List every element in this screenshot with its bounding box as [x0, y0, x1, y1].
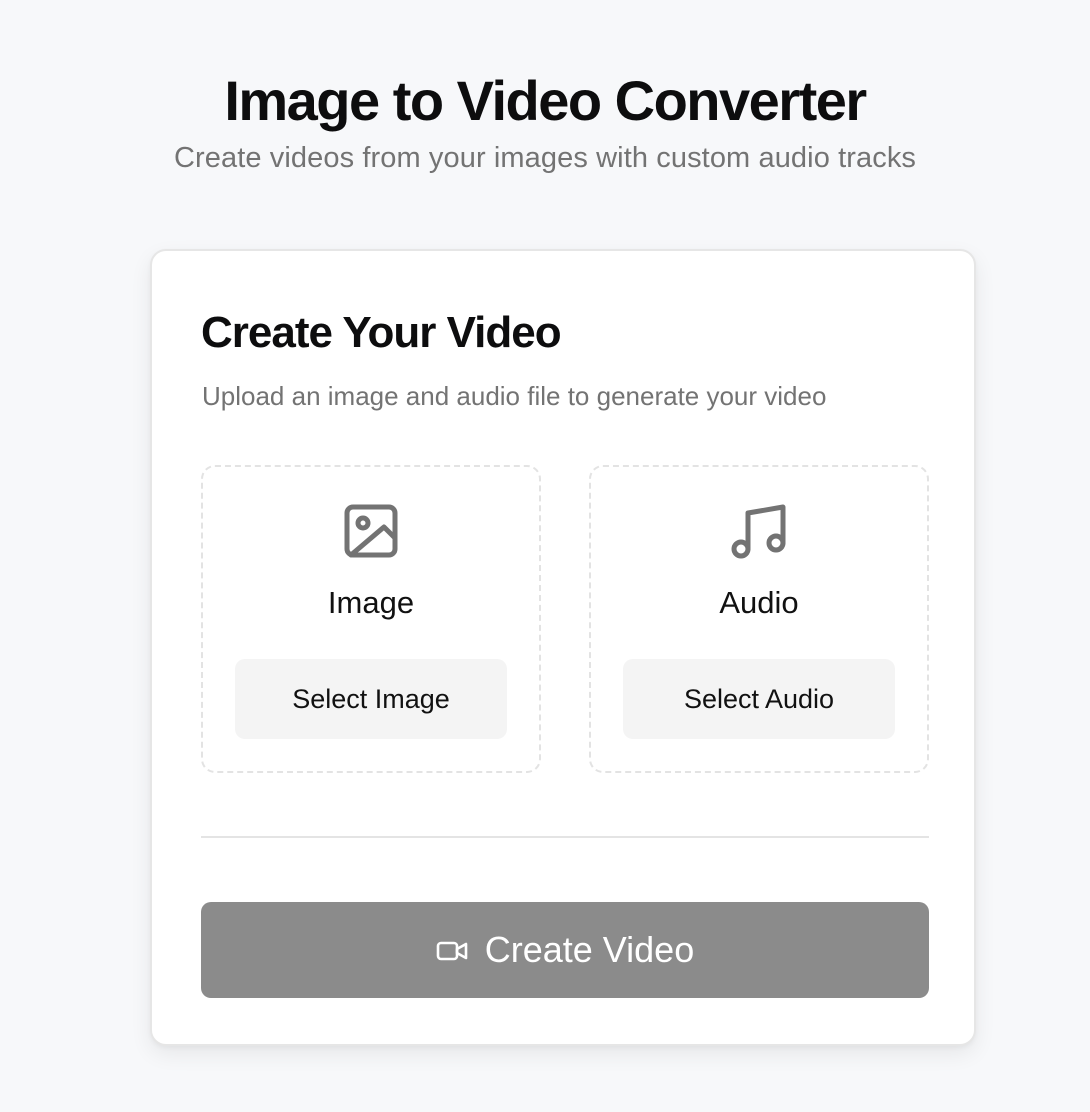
music-note-icon [729, 501, 789, 561]
create-video-label: Create Video [484, 929, 695, 970]
audio-upload-label: Audio [719, 585, 799, 620]
image-upload-label: Image [327, 585, 415, 620]
audio-upload-dropzone[interactable]: Audio Select Audio [589, 465, 929, 773]
page-header: Image to Video Converter Create videos f… [0, 66, 1090, 176]
create-video-button[interactable]: Create Video [201, 902, 929, 998]
image-upload-dropzone[interactable]: Image Select Image [201, 465, 541, 773]
card-description: Upload an image and audio file to genera… [202, 381, 827, 411]
image-icon [341, 501, 401, 561]
select-audio-button[interactable]: Select Audio [623, 659, 895, 739]
select-image-button[interactable]: Select Image [235, 659, 507, 739]
page-title: Image to Video Converter [224, 69, 867, 132]
create-video-card: Create Your Video Upload an image and au… [150, 249, 976, 1046]
card-title: Create Your Video [201, 308, 562, 357]
video-camera-icon [436, 934, 468, 966]
divider [201, 836, 929, 838]
page-subtitle: Create videos from your images with cust… [173, 142, 917, 174]
